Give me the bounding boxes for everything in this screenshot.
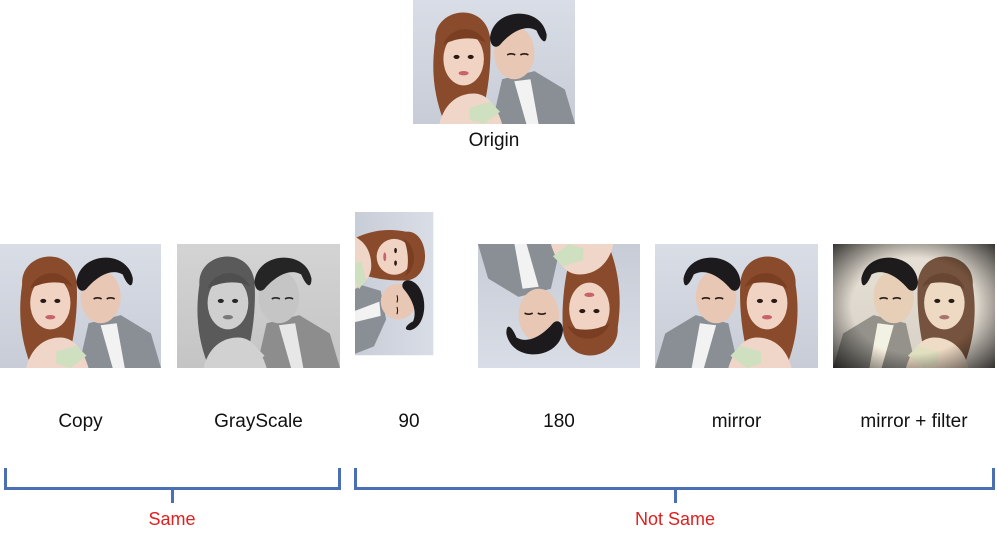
not-same-bracket-tick <box>674 490 677 503</box>
grayscale-image <box>177 244 340 368</box>
origin-label: Origin <box>468 130 520 151</box>
grayscale-label: GrayScale <box>214 411 303 432</box>
rotate-90-label: 90 <box>398 411 420 432</box>
rotate-180-image <box>478 244 640 368</box>
copy-image <box>0 244 161 368</box>
mirror-label: mirror <box>711 411 762 432</box>
mirror-filter-label: mirror + filter <box>860 411 968 432</box>
not-same-label: Not Same <box>634 509 716 529</box>
same-bracket-tick <box>171 490 174 503</box>
not-same-bracket <box>354 468 995 490</box>
same-label: Same <box>148 509 196 529</box>
same-bracket <box>4 468 341 490</box>
rotate-90-image <box>355 212 463 400</box>
mirror-filter-image <box>833 244 995 368</box>
origin-image <box>413 0 575 124</box>
mirror-image <box>655 244 818 368</box>
copy-label: Copy <box>58 411 103 432</box>
rotate-180-label: 180 <box>543 411 575 432</box>
